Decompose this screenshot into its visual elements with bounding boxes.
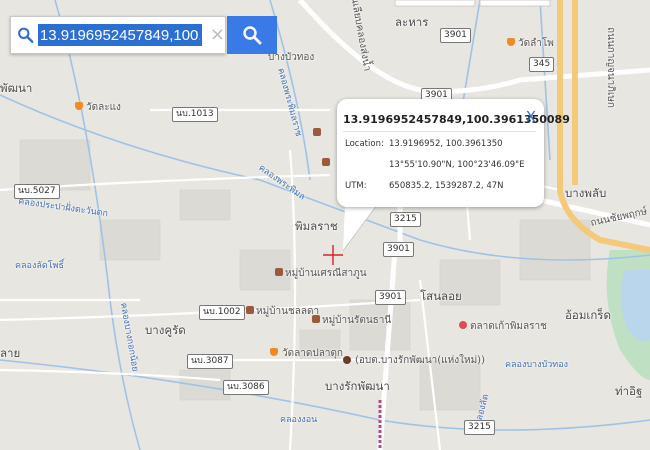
route-shield: นบ.1013 (172, 107, 218, 122)
dms-value: 13°55'10.90"N, 100°23'46.09"E (389, 160, 525, 170)
search-icon (243, 26, 262, 45)
route-shield: นบ.5027 (14, 184, 60, 199)
label-om-kret: อ้อมเกร็ด (565, 308, 611, 322)
label-tha-it: ท่าอิฐ (615, 384, 643, 398)
label-bang-rak-phatthana: บางรักพัฒนา (325, 379, 390, 393)
label-wat-la-han: วัดลำโพ (518, 38, 554, 49)
label-edge-left-2: ลาย (0, 346, 21, 360)
label-sano-loi: โสนลอย (420, 289, 462, 303)
temple-icon[interactable] (270, 348, 278, 356)
search-button[interactable] (227, 16, 277, 54)
utm-label: UTM: (345, 181, 367, 191)
close-button[interactable]: X (526, 108, 536, 126)
temple-icon[interactable] (75, 102, 83, 110)
route-shield: 3901 (440, 28, 471, 43)
search-bar: × (10, 16, 277, 54)
divider (343, 131, 536, 132)
route-shield: 3215 (390, 212, 421, 227)
label-bang-phlap: บางพลับ (565, 186, 607, 200)
location-value: 13.9196952, 100.3961350 (389, 139, 503, 149)
search-box[interactable]: × (10, 16, 226, 54)
route-shield: นบ.3087 (187, 354, 233, 369)
route-shield: 3901 (375, 290, 406, 305)
route-shield: 3215 (464, 420, 495, 435)
utm-value: 650835.2, 1539287.2, 47N (389, 181, 504, 191)
location-label: Location: (345, 139, 384, 149)
label-school: (อบต.บางรักพัฒนา(แห่งใหม่)) (355, 355, 485, 366)
village-icon[interactable] (312, 315, 320, 323)
office-icon[interactable] (343, 356, 351, 364)
label-khlong-ngon: คลองงอน (280, 415, 318, 425)
label-market: ตลาดเก้าพิมลราช (470, 321, 547, 332)
label-khlong-lat-pho: คลองลัดโพธิ์ (15, 261, 64, 271)
label-la-han: ละหาร (395, 15, 429, 29)
label-wat-sano: วัดละแง (86, 102, 121, 113)
label-thanon-kanchana: ถนนกาญจนาภิเษก (604, 27, 616, 108)
label-village-chon: หมู่บ้านชลลดา (256, 306, 320, 317)
village-icon[interactable] (246, 306, 254, 314)
temple-icon[interactable] (507, 38, 515, 46)
label-village-sri: หมู่บ้านเศรณีสาภูน (285, 268, 367, 279)
search-input[interactable] (37, 24, 202, 46)
village-icon[interactable] (275, 268, 283, 276)
label-village-rat: หมู่บ้านรัตนธานี (322, 315, 392, 326)
label-khlong-bang-bua-thong: คลองบางบัวทอง (505, 360, 568, 370)
clear-button[interactable]: × (210, 26, 225, 44)
village-icon[interactable] (322, 158, 330, 166)
route-shield: 3901 (383, 242, 414, 257)
label-edge-left: พัฒนา (0, 81, 33, 95)
label-wat-pla: วัดลาดปลาดุก (282, 348, 343, 359)
location-popup: 13.9196952457849,100.3961350089 X Locati… (337, 99, 570, 207)
route-shield: นบ.3086 (223, 380, 269, 395)
route-shield: นบ.1002 (199, 305, 245, 320)
label-bang-khu-rat: บางคูรัด (145, 323, 186, 337)
popup-pointer (343, 205, 378, 252)
search-icon (18, 27, 34, 43)
label-phimonrat: พิมลราช (295, 219, 338, 233)
village-icon[interactable] (313, 128, 321, 136)
route-shield: 345 (529, 57, 555, 72)
market-icon[interactable] (459, 321, 467, 329)
